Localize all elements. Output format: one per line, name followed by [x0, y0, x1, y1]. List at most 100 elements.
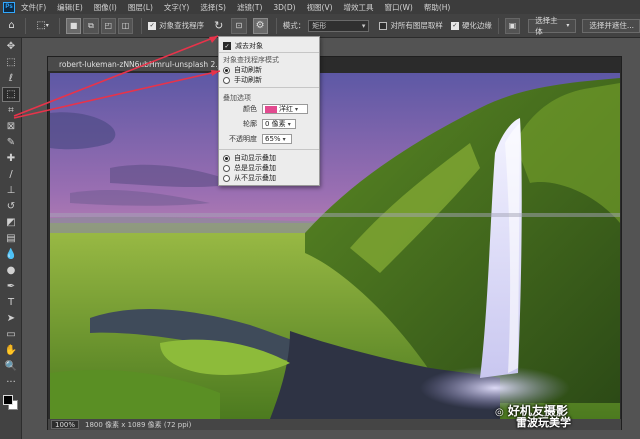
menu-type[interactable]: 文字(Y)	[164, 2, 189, 13]
auto-refresh-option[interactable]: 自动刷新	[223, 65, 262, 75]
always-show-overlay-option[interactable]: 总是显示叠加	[223, 163, 276, 173]
home-icon[interactable]: ⌂	[4, 18, 19, 34]
chevron-down-icon: ▾	[282, 135, 286, 143]
path-selection-tool-icon[interactable]: ➤	[2, 311, 20, 326]
overlay-options-header: 叠加选项	[223, 94, 251, 102]
wechat-logo-icon: ◎	[495, 407, 504, 418]
always-show-overlay-radio[interactable]	[223, 164, 230, 172]
clone-stamp-tool-icon[interactable]: ⊥	[2, 183, 20, 198]
panel-divider	[219, 52, 319, 53]
menu-edit[interactable]: 编辑(E)	[57, 2, 83, 13]
opacity-value: 65%	[265, 135, 281, 143]
add-to-selection-button[interactable]: ⧉	[83, 17, 99, 34]
menu-bar: Ps 文件(F) 编辑(E) 图像(I) 图层(L) 文字(Y) 选择(S) 滤…	[0, 0, 640, 14]
overlay-color-label: 颜色	[243, 105, 257, 113]
gradient-tool-icon[interactable]: ▤	[2, 231, 20, 246]
frame-tool-icon[interactable]: ⊠	[2, 119, 20, 134]
select-and-mask-label: 选择并遮住...	[589, 21, 635, 30]
show-all-objects-button[interactable]: ⊡	[231, 17, 247, 34]
rectangle-tool-icon[interactable]: ▭	[2, 327, 20, 342]
document-window: robert-lukeman-zNN6ubHmruI-unsplash 2.jp…	[47, 56, 622, 430]
mode-select[interactable]: 矩形 ▾	[308, 19, 370, 32]
outline-select[interactable]: 0 像素 ▾	[262, 119, 296, 129]
opacity-row: 不透明度 65% ▾	[221, 134, 292, 144]
menu-select[interactable]: 选择(S)	[200, 2, 226, 13]
overlay-color-row: 颜色 洋红 ▾	[221, 104, 308, 114]
menu-layer[interactable]: 图层(L)	[128, 2, 153, 13]
auto-show-overlay-radio[interactable]	[223, 154, 230, 162]
dodge-tool-icon[interactable]: ●	[2, 263, 20, 278]
never-show-overlay-option[interactable]: 从不显示叠加	[223, 173, 276, 183]
chevron-down-icon: ▾	[566, 22, 570, 29]
more-tools-icon[interactable]: ···	[2, 375, 20, 390]
image-canvas[interactable]	[50, 73, 620, 419]
zoom-level[interactable]: 100%	[51, 420, 79, 429]
subtract-object-row[interactable]: ✓ 减去对象	[223, 41, 263, 51]
type-tool-icon[interactable]: T	[2, 295, 20, 310]
menu-window[interactable]: 窗口(W)	[385, 2, 413, 13]
history-brush-tool-icon[interactable]: ↺	[2, 199, 20, 214]
panel-divider	[219, 149, 319, 150]
crop-tool-icon[interactable]: ⌗	[2, 103, 20, 118]
move-tool-icon[interactable]: ✥	[2, 39, 20, 54]
overlay-color-select[interactable]: 洋红 ▾	[262, 104, 308, 114]
options-divider	[275, 17, 277, 34]
healing-brush-tool-icon[interactable]: ✚	[2, 151, 20, 166]
menu-help[interactable]: 帮助(H)	[424, 2, 451, 13]
eraser-tool-icon[interactable]: ◩	[2, 215, 20, 230]
sample-all-layers-label: 对所有图层取样	[390, 21, 443, 30]
sample-all-layers-checkbox[interactable]	[379, 21, 388, 30]
tool-preset-picker[interactable]: ⬚ ▾	[32, 18, 53, 34]
auto-refresh-radio[interactable]	[223, 66, 230, 74]
overlay-color-value: 洋红	[279, 105, 293, 113]
menu-file[interactable]: 文件(F)	[21, 2, 46, 13]
options-divider	[141, 17, 143, 34]
intersect-selection-button[interactable]: ◫	[117, 17, 134, 34]
panel-divider	[219, 87, 319, 88]
menu-filter[interactable]: 滤镜(T)	[237, 2, 262, 13]
document-info: 1800 像素 x 1089 像素 (72 ppi)	[85, 420, 192, 429]
never-show-overlay-radio[interactable]	[223, 174, 230, 182]
zoom-tool-icon[interactable]: 🔍	[2, 359, 20, 374]
document-tab[interactable]: robert-lukeman-zNN6ubHmruI-unsplash 2.jp…	[48, 57, 228, 71]
new-selection-icon: ■	[69, 21, 78, 30]
settings-button[interactable]: ⚙	[252, 17, 268, 34]
manual-refresh-radio[interactable]	[223, 76, 230, 84]
blur-tool-icon[interactable]: 💧	[2, 247, 20, 262]
subtract-object-checkbox[interactable]: ✓	[223, 42, 231, 50]
object-finder-checkbox[interactable]: ✓	[148, 21, 157, 30]
subtract-from-selection-button[interactable]: ◰	[100, 17, 116, 34]
hard-edge-checkbox[interactable]: ✓	[450, 21, 459, 30]
manual-refresh-option[interactable]: 手动刷新	[223, 75, 262, 85]
opacity-select[interactable]: 65% ▾	[262, 134, 292, 144]
lasso-tool-icon[interactable]: ℓ	[2, 71, 20, 86]
refresh-button[interactable]: ↻	[210, 18, 227, 34]
document-title: robert-lukeman-zNN6ubHmruI-unsplash 2.jp…	[59, 59, 228, 69]
auto-refresh-label: 自动刷新	[234, 66, 262, 74]
menu-image[interactable]: 图像(I)	[94, 2, 117, 13]
finder-mode-header: 对象查找程序模式	[223, 56, 279, 64]
select-subject-options-button[interactable]: ▣	[504, 17, 521, 34]
outline-label: 轮廓	[243, 120, 257, 128]
options-bar: ⌂ ⬚ ▾ ■ ⧉ ◰ ◫ ✓ 对象查找程序 ↻ ⊡ ⚙ 模式： 矩形 ▾ 对所有…	[0, 14, 640, 38]
brush-tool-icon[interactable]: /	[2, 167, 20, 182]
color-swatches[interactable]	[2, 394, 20, 412]
select-subject-button[interactable]: 选择主体 ▾	[528, 16, 577, 36]
new-selection-button[interactable]: ■	[65, 17, 82, 34]
menu-3d[interactable]: 3D(D)	[273, 3, 295, 12]
outline-value: 0 像素	[265, 120, 286, 128]
pen-tool-icon[interactable]: ✒	[2, 279, 20, 294]
eyedropper-tool-icon[interactable]: ✎	[2, 135, 20, 150]
refresh-icon: ↻	[214, 19, 224, 32]
menu-view[interactable]: 视图(V)	[307, 2, 333, 13]
hand-tool-icon[interactable]: ✋	[2, 343, 20, 358]
mode-label: 模式：	[282, 21, 306, 30]
marquee-tool-icon[interactable]: ⬚	[2, 55, 20, 70]
options-divider	[497, 17, 499, 34]
foreground-color-swatch[interactable]	[3, 395, 13, 405]
object-selection-tool-icon[interactable]: ⬚	[2, 87, 20, 102]
auto-show-overlay-option[interactable]: 自动显示叠加	[223, 153, 276, 163]
select-and-mask-button[interactable]: 选择并遮住...	[582, 18, 640, 33]
object-select-tool-icon: ⬚	[36, 20, 46, 31]
menu-plugins[interactable]: 增效工具	[344, 2, 374, 13]
